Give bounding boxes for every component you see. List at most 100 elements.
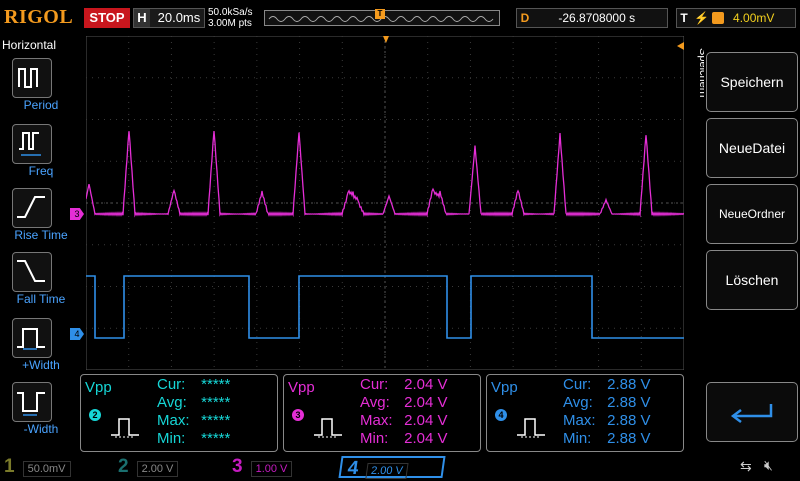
max-row: Max: *****: [157, 412, 231, 429]
timebase-box[interactable]: H 20.0ms: [133, 8, 205, 28]
cur-value: 2.88 V: [607, 376, 651, 393]
rise-time-button[interactable]: [12, 188, 52, 228]
fall-time-button[interactable]: [12, 252, 52, 292]
cur-value: *****: [201, 376, 231, 393]
negative-width-icon: [17, 392, 45, 416]
channel-scale: 2.00 V: [136, 461, 179, 477]
avg-row: Avg: *****: [157, 394, 231, 411]
horizontal-key: H: [134, 9, 150, 27]
cur-row: Cur: *****: [157, 376, 231, 393]
width-button[interactable]: [12, 318, 52, 358]
trigger-time-marker: [383, 36, 389, 43]
button-label: Rise Time: [14, 228, 68, 242]
avg-row: Avg: 2.04 V: [360, 394, 448, 411]
avg-value: 2.88 V: [607, 394, 651, 411]
pulse-width-icon: [111, 418, 139, 438]
measure-type: Vpp: [85, 379, 112, 396]
max-value: 2.04 V: [404, 412, 448, 429]
avg-value: *****: [201, 394, 231, 411]
timebase-value: 20.0ms: [157, 10, 201, 25]
cur-row: Cur: 2.88 V: [563, 376, 651, 393]
neue-ordner-label: NeueOrdner: [718, 207, 786, 221]
button-label: Fall Time: [16, 292, 66, 306]
min-value: 2.04 V: [404, 430, 448, 447]
menu-title: Speichern: [697, 48, 704, 98]
avg-row: Avg: 2.88 V: [563, 394, 651, 411]
rigol-logo: RIGOL: [4, 6, 74, 28]
enter-button[interactable]: [706, 382, 798, 442]
usb-icon: ⇆: [740, 458, 752, 474]
svg-text:Speichern: Speichern: [697, 48, 704, 98]
cur-row: Cur: 2.04 V: [360, 376, 448, 393]
period-icon: [18, 68, 38, 88]
min-row: Min: 2.88 V: [563, 430, 651, 447]
channel-2-button[interactable]: 2 2.00 V: [118, 456, 218, 478]
measure-type: Vpp: [288, 379, 315, 396]
rise-time-icon: [17, 196, 45, 218]
neue-ordner-button[interactable]: NeueOrdner: [706, 184, 798, 244]
loeschen-label: Löschen: [725, 272, 779, 288]
memory-depth: 3.00M pts: [208, 18, 252, 29]
channel-number: 4: [346, 458, 360, 479]
trigger-source-icon: [711, 12, 724, 24]
measurement-box-ch3[interactable]: Vpp 3 Cur: 2.04 V Avg: 2.04 V Max: 2.04 V Min…: [283, 374, 481, 452]
period-button[interactable]: [12, 58, 52, 98]
measurement-box-ch2[interactable]: Vpp 2 Cur: ***** Avg: ***** Max: ***** Min: *…: [80, 374, 278, 452]
loeschen-button[interactable]: Löschen: [706, 250, 798, 310]
measure-type: Vpp: [491, 379, 518, 396]
speichern-button[interactable]: Speichern: [706, 52, 798, 112]
channel-3-button[interactable]: 3 1.00 V: [232, 456, 332, 478]
run-stop-indicator[interactable]: STOP: [84, 8, 130, 28]
sample-rate: 50.0kSa/s: [208, 7, 253, 18]
sound-muted-icon[interactable]: 🔇︎: [764, 457, 773, 474]
min-row: Min: *****: [157, 430, 231, 447]
waveform-display[interactable]: [86, 36, 684, 370]
max-value: *****: [201, 412, 231, 429]
channel-badge: 4: [495, 409, 507, 421]
memory-overview-bar[interactable]: T: [264, 9, 500, 26]
neue-datei-button[interactable]: NeueDatei: [706, 118, 798, 178]
trigger-box[interactable]: T ⚡ 4.00mV: [676, 8, 796, 28]
trigger-key: T: [680, 11, 688, 25]
button-label: Period: [23, 98, 59, 112]
save-menu-panel: Speichern Speichern NeueDatei NeueOrdner…: [690, 36, 800, 454]
graticule: [86, 36, 684, 370]
fall-time-icon: [17, 260, 45, 282]
max-value: 2.88 V: [607, 412, 651, 429]
delay-key: D: [520, 11, 530, 25]
status-bar: RIGOL STOP H 20.0ms 50.0kSa/s 3.00M pts …: [0, 0, 800, 36]
channel-scale: 1.00 V: [250, 461, 293, 477]
max-row: Max: 2.88 V: [563, 412, 651, 429]
delay-box[interactable]: D -26.8708000 s: [516, 8, 668, 28]
channel-scale: 50.0mV: [22, 461, 71, 477]
channel-badge: 2: [89, 409, 101, 421]
channel-number: 2: [118, 456, 129, 477]
frequency-icon: [19, 132, 41, 156]
min-value: *****: [201, 430, 231, 447]
trigger-level: 4.00mV: [733, 11, 775, 25]
max-row: Max: 2.04 V: [360, 412, 448, 429]
width-button[interactable]: [12, 382, 52, 422]
trigger-level-marker: [677, 42, 684, 50]
channel-scale: 2.00 V: [364, 463, 409, 479]
neue-datei-label: NeueDatei: [718, 140, 786, 156]
channel-number: 3: [232, 456, 243, 477]
channel-1-button[interactable]: 1 50.0mV: [4, 456, 104, 478]
channel-badge: 3: [292, 409, 304, 421]
panel-title: Horizontal: [2, 38, 57, 52]
button-label: Freq: [28, 164, 54, 178]
pulse-width-icon: [517, 418, 545, 438]
min-value: 2.88 V: [607, 430, 651, 447]
avg-value: 2.04 V: [404, 394, 448, 411]
enter-arrow-icon: [730, 404, 773, 423]
cur-value: 2.04 V: [404, 376, 448, 393]
positive-width-icon: [17, 328, 45, 350]
channel-number: 1: [4, 456, 15, 477]
measurement-box-ch4[interactable]: Vpp 4 Cur: 2.88 V Avg: 2.88 V Max: 2.88 V Min…: [486, 374, 684, 452]
acquisition-info: 50.0kSa/s 3.00M pts: [208, 7, 252, 29]
pulse-width-icon: [314, 418, 342, 438]
button-label: +Width: [22, 358, 60, 372]
rising-edge-icon: ⚡: [694, 11, 710, 25]
channel-4-button[interactable]: 4 2.00 V: [338, 456, 446, 479]
freq-button[interactable]: [12, 124, 52, 164]
